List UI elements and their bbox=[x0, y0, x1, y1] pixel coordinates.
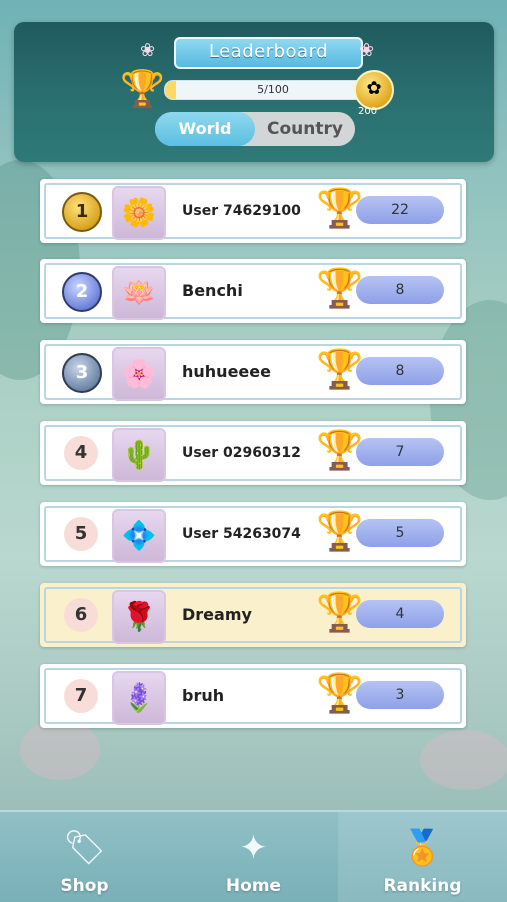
pink-flower-icon: 🌸 bbox=[112, 347, 166, 401]
background-flowers bbox=[20, 720, 100, 780]
rank-number: 6 bbox=[64, 598, 98, 632]
player-name: bruh bbox=[182, 686, 225, 705]
trophy-icon: 🏆 bbox=[316, 428, 364, 472]
rank-medal-silver: 2 bbox=[62, 272, 102, 312]
trophy-icon: 🏆 bbox=[120, 69, 165, 110]
tab-world[interactable]: World bbox=[155, 112, 255, 146]
player-name: Dreamy bbox=[182, 605, 252, 624]
leaderboard-row[interactable]: 7 🪻 bruh 3 🏆 bbox=[40, 664, 466, 728]
player-name: User 02960312 bbox=[182, 445, 301, 461]
background-flowers bbox=[420, 730, 507, 790]
ribbon-award-icon: 🏅 bbox=[401, 828, 444, 868]
blue-lotus-icon: 🪷 bbox=[112, 266, 166, 320]
leaderboard-row[interactable]: 1 🌼 User 74629100 22 🏆 bbox=[40, 179, 466, 243]
nav-shop[interactable]: 🏷 Shop bbox=[0, 812, 169, 902]
nav-label: Home bbox=[225, 876, 282, 896]
score-pill: 8 bbox=[356, 357, 444, 385]
bottom-nav: 🏷 Shop ✦ Home 🏅 Ranking bbox=[0, 810, 507, 902]
leaderboard-row[interactable]: 2 🪷 Benchi 8 🏆 bbox=[40, 259, 466, 323]
progress-text: 5/100 bbox=[257, 83, 289, 96]
leaderboard-header: ❀ Leaderboard ❀ 🏆 5/100 ✿ 200 World Coun… bbox=[14, 22, 494, 162]
page-title: Leaderboard bbox=[174, 37, 363, 69]
title-ornament-left: ❀ bbox=[140, 40, 156, 61]
leaderboard-row[interactable]: 3 🌸 huhueeee 8 🏆 bbox=[40, 340, 466, 404]
rank-number: 5 bbox=[64, 517, 98, 551]
nav-label: Shop bbox=[60, 876, 109, 896]
orange-flower-icon: 🌵 bbox=[112, 428, 166, 482]
trophy-icon: 🏆 bbox=[316, 347, 364, 391]
pink-rose-icon: 🌹 bbox=[112, 590, 166, 644]
trophy-icon: 🏆 bbox=[316, 266, 364, 310]
title-ornament-right: ❀ bbox=[359, 40, 375, 61]
leaderboard-row[interactable]: 5 💠 User 54263074 5 🏆 bbox=[40, 502, 466, 566]
scope-toggle: World Country bbox=[155, 112, 355, 146]
score-pill: 5 bbox=[356, 519, 444, 547]
trophy-icon: 🏆 bbox=[316, 509, 364, 553]
player-name: User 74629100 bbox=[182, 203, 301, 219]
player-name: Benchi bbox=[182, 281, 243, 300]
rank-medal-bronze: 3 bbox=[62, 353, 102, 393]
nav-label: Ranking bbox=[383, 876, 462, 896]
trophy-icon: 🏆 bbox=[316, 671, 364, 715]
trophy-icon: 🏆 bbox=[316, 590, 364, 634]
coin-icon: ✿ bbox=[354, 70, 394, 110]
player-name: huhueeee bbox=[182, 362, 271, 381]
rank-number: 7 bbox=[64, 679, 98, 713]
rank-medal-gold: 1 bbox=[62, 192, 102, 232]
score-pill: 7 bbox=[356, 438, 444, 466]
compass-icon: ✦ bbox=[239, 828, 268, 868]
leaderboard-row[interactable]: 4 🌵 User 02960312 7 🏆 bbox=[40, 421, 466, 485]
purple-flower-icon: 🪻 bbox=[112, 671, 166, 725]
nav-home[interactable]: ✦ Home bbox=[169, 812, 338, 902]
blue-flower-icon: 💠 bbox=[112, 509, 166, 563]
progress-bar: 5/100 bbox=[164, 80, 382, 100]
tab-country[interactable]: Country bbox=[255, 112, 355, 146]
white-flower-icon: 🌼 bbox=[112, 186, 166, 240]
score-pill: 22 bbox=[356, 196, 444, 224]
rank-number: 4 bbox=[64, 436, 98, 470]
coin-value: 200 bbox=[358, 106, 378, 117]
leaderboard-row-current-user[interactable]: 6 🌹 Dreamy 4 🏆 bbox=[40, 583, 466, 647]
score-pill: 4 bbox=[356, 600, 444, 628]
nav-ranking[interactable]: 🏅 Ranking bbox=[338, 812, 507, 902]
score-pill: 8 bbox=[356, 276, 444, 304]
tag-icon: 🏷 bbox=[62, 828, 107, 868]
player-name: User 54263074 bbox=[182, 526, 301, 542]
trophy-icon: 🏆 bbox=[316, 186, 364, 230]
score-pill: 3 bbox=[356, 681, 444, 709]
